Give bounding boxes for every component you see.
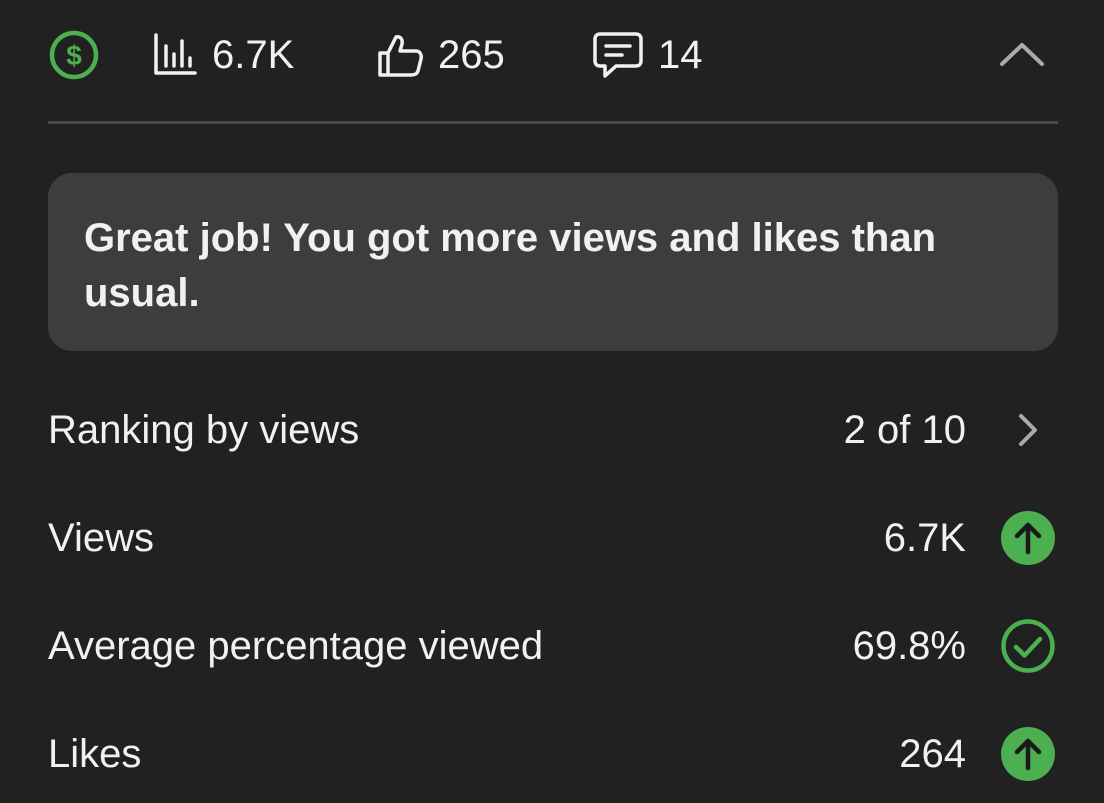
comments-count: 14 — [658, 32, 703, 77]
metric-row-views: Views 6.7K — [48, 508, 1058, 568]
metric-value: 2 of 10 — [843, 408, 966, 452]
metric-label: Likes — [48, 732, 142, 776]
likes-count: 265 — [438, 32, 505, 77]
dollar-circle-icon: $ — [49, 30, 99, 80]
monetization-status[interactable]: $ — [48, 20, 100, 90]
banner-message: Great job! You got more views and likes … — [84, 216, 937, 315]
comment-icon — [593, 32, 643, 78]
svg-text:$: $ — [66, 40, 82, 71]
check-circle-icon — [1000, 618, 1056, 674]
metric-row-likes: Likes 264 — [48, 724, 1058, 784]
divider — [48, 121, 1058, 124]
arrow-up-circle-icon — [1000, 726, 1056, 782]
chevron-right-icon — [1000, 402, 1056, 458]
metric-value: 6.7K — [883, 516, 966, 560]
thumbs-up-icon — [378, 35, 423, 77]
metric-row-ranking[interactable]: Ranking by views 2 of 10 — [48, 400, 1058, 460]
summary-bar: $ 6.7K 265 14 — [48, 20, 1058, 90]
metric-value: 264 — [899, 732, 966, 776]
views-count: 6.7K — [212, 32, 295, 77]
comments-stat[interactable]: 14 — [592, 20, 703, 90]
chevron-up-icon — [1000, 43, 1044, 66]
views-stat[interactable]: 6.7K — [152, 20, 294, 90]
metric-label: Ranking by views — [48, 408, 360, 452]
likes-stat[interactable]: 265 — [376, 20, 505, 90]
metric-label: Average percentage viewed — [48, 624, 544, 668]
bar-chart-icon — [154, 33, 197, 75]
collapse-button[interactable] — [998, 32, 1046, 77]
arrow-up-circle-icon — [1000, 510, 1056, 566]
performance-banner: Great job! You got more views and likes … — [48, 173, 1058, 351]
metric-value: 69.8% — [852, 624, 966, 668]
metric-label: Views — [48, 516, 154, 560]
metric-row-avg-percentage: Average percentage viewed 69.8% — [48, 616, 1058, 676]
